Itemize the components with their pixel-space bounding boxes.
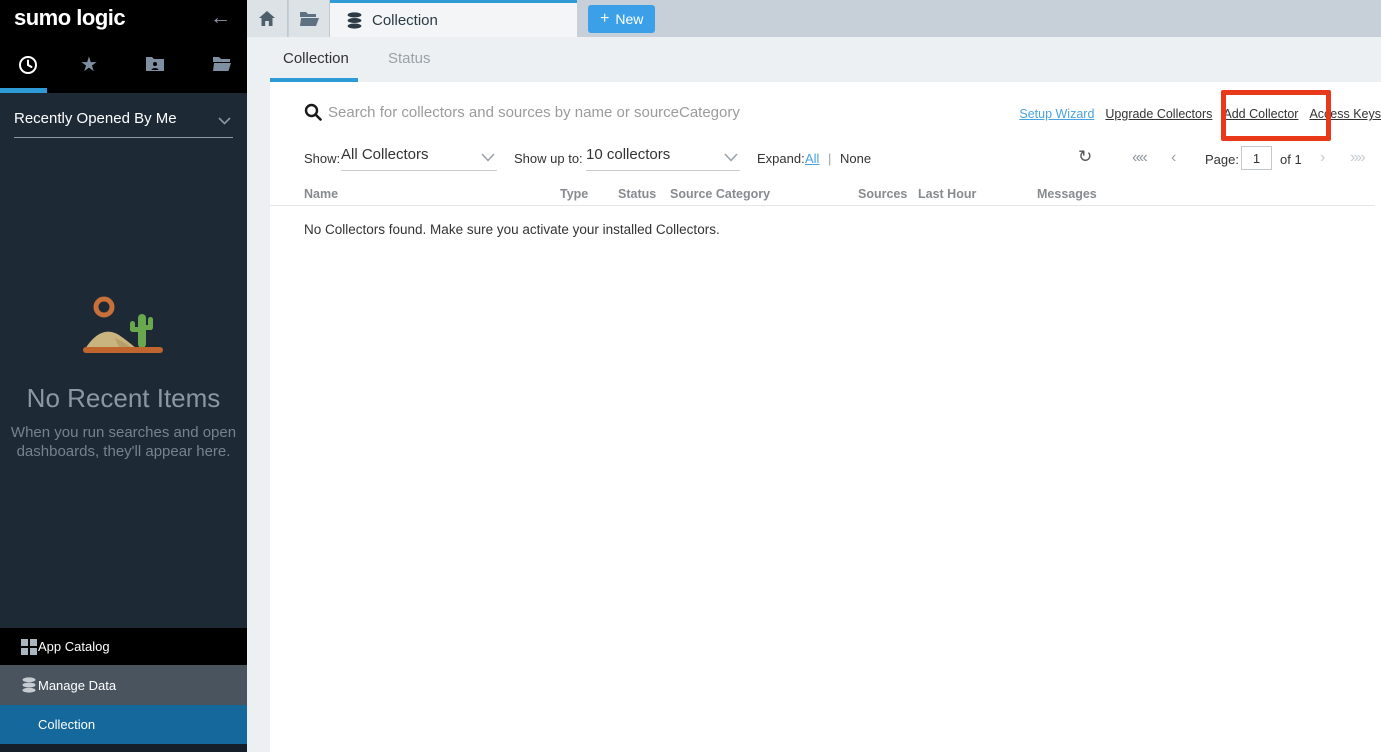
plus-icon: + [600, 10, 609, 28]
library-folder-icon[interactable] [212, 55, 232, 75]
column-header-type: Type [560, 187, 588, 201]
column-header-name: Name [304, 187, 338, 201]
column-header-messages: Messages [1037, 187, 1097, 201]
top-tab-bar: Collection + New [247, 0, 1381, 37]
tab-label: Collection [372, 12, 438, 29]
chevron-down-icon [218, 117, 231, 125]
recents-scope-label: Recently Opened By Me [14, 110, 177, 127]
subtab-collection[interactable]: Collection [283, 50, 349, 67]
expand-label: Expand: [757, 151, 805, 166]
filter-toolbar: Show: All Collectors Show up to: 10 coll… [270, 146, 1381, 172]
app-grid-icon [21, 639, 37, 655]
database-icon [346, 12, 363, 29]
separator: | [828, 151, 831, 166]
favorites-star-icon[interactable]: ★ [79, 55, 99, 75]
active-sidebar-tab-indicator [0, 88, 47, 93]
previous-page-icon[interactable]: ‹ [1171, 149, 1176, 167]
search-icon[interactable] [304, 103, 322, 121]
sidebar-item-label: App Catalog [38, 639, 110, 654]
subtab-status[interactable]: Status [388, 50, 431, 67]
first-page-icon[interactable]: «« [1132, 149, 1146, 167]
upgrade-collectors-link[interactable]: Upgrade Collectors [1105, 107, 1212, 121]
sidebar-item-collection-active[interactable]: Collection [0, 705, 247, 744]
sidebar-item-label: Manage Data [38, 678, 116, 693]
no-recent-items-caption: When you run searches and open dashboard… [0, 423, 247, 461]
collection-panel: Setup Wizard Upgrade Collectors Add Coll… [270, 82, 1381, 752]
expand-all-link[interactable]: All [805, 151, 819, 166]
column-header-status: Status [618, 187, 656, 201]
page-label: Page: [1205, 152, 1239, 167]
page-of-label: of 1 [1280, 152, 1302, 167]
access-keys-link[interactable]: Access Keys [1309, 107, 1381, 121]
show-up-to-dropdown[interactable]: 10 collectors [586, 146, 740, 171]
recents-scope-select[interactable]: Recently Opened By Me [14, 110, 233, 138]
desert-empty-state-illustration [81, 294, 165, 358]
add-collector-link[interactable]: Add Collector [1223, 107, 1298, 121]
sidebar: sumo logic ← ★ Recently Opened By Me [0, 0, 247, 752]
database-icon [21, 677, 37, 693]
last-page-icon[interactable]: »» [1350, 149, 1364, 167]
column-header-source-category: Source Category [670, 187, 770, 201]
sub-tab-bar: Collection Status [247, 37, 1381, 82]
expand-none-link[interactable]: None [840, 151, 871, 166]
page-number-input[interactable] [1241, 146, 1272, 170]
home-icon [259, 11, 275, 26]
show-collectors-dropdown[interactable]: All Collectors [341, 146, 497, 171]
chevron-down-icon [481, 153, 495, 162]
home-tab-button[interactable] [247, 0, 288, 37]
main-area: Collection + New Collection Status Setup… [247, 0, 1381, 752]
sidebar-next-row-edge [0, 744, 247, 752]
sumo-logic-app: sumo logic ← ★ Recently Opened By Me [0, 0, 1381, 752]
collapse-sidebar-icon[interactable]: ← [210, 6, 231, 30]
sidebar-item-manage-data[interactable]: Manage Data [0, 665, 247, 705]
collector-action-links: Setup Wizard Upgrade Collectors Add Coll… [1019, 107, 1381, 121]
column-header-last-hour: Last Hour [918, 187, 976, 201]
tab-collection[interactable]: Collection [330, 0, 577, 37]
folder-icon [300, 11, 319, 26]
show-up-to-label: Show up to: [514, 151, 583, 166]
new-button-label: New [615, 11, 643, 27]
personal-folder-icon[interactable] [145, 55, 165, 75]
sidebar-item-label: Collection [38, 717, 95, 732]
sidebar-item-app-catalog[interactable]: App Catalog [0, 628, 247, 665]
new-tab-button[interactable]: + New [588, 5, 655, 33]
sumo-logic-logo: sumo logic [14, 5, 125, 31]
recents-icon[interactable] [18, 55, 38, 75]
show-collectors-value: All Collectors [341, 146, 429, 163]
no-collectors-message: No Collectors found. Make sure you activ… [304, 222, 720, 237]
no-recent-items-title: No Recent Items [0, 383, 247, 414]
refresh-icon[interactable]: ↻ [1078, 147, 1092, 167]
collectors-table-header: Name Type Status Source Category Sources… [270, 186, 1375, 206]
search-input[interactable] [328, 100, 948, 124]
show-up-to-value: 10 collectors [586, 146, 670, 163]
column-header-sources: Sources [858, 187, 907, 201]
sidebar-header: sumo logic ← ★ [0, 0, 247, 93]
library-tab-button[interactable] [289, 0, 330, 37]
next-page-icon[interactable]: › [1320, 149, 1325, 167]
setup-wizard-link[interactable]: Setup Wizard [1019, 107, 1094, 121]
show-label: Show: [304, 151, 340, 166]
chevron-down-icon [724, 153, 738, 162]
